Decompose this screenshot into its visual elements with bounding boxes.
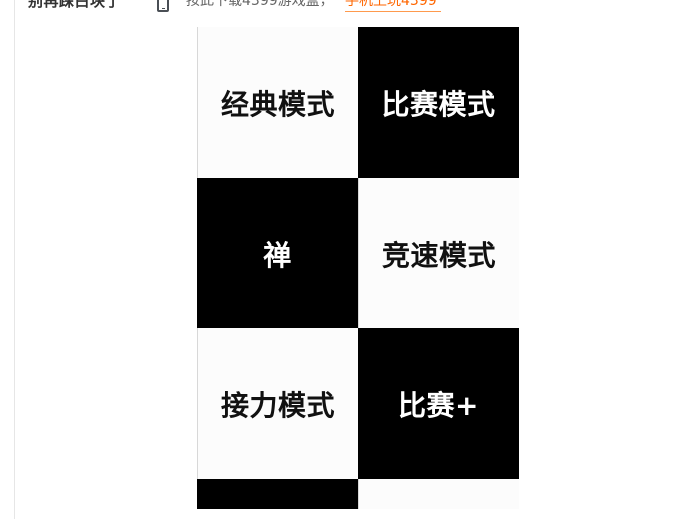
tile-competition-mode[interactable]: 比赛模式 [358, 27, 519, 178]
tile-relay-mode[interactable]: 接力模式 [197, 328, 358, 479]
download-prompt: 按此下载4399游戏盒， [186, 0, 334, 9]
top-bar: 别再踩白块了 按此下载4399游戏盒， 手机上玩4399 [0, 0, 676, 16]
download-link-underline [345, 11, 441, 12]
tile-partial-bottom-left[interactable] [197, 479, 358, 509]
tile-label: 竞速模式 [381, 238, 496, 272]
mobile-download-link[interactable]: 手机上玩4399 [345, 0, 437, 10]
tile-speed-mode[interactable]: 竞速模式 [358, 178, 519, 329]
tile-classic-mode[interactable]: 经典模式 [197, 27, 358, 178]
tile-competition-plus-mode[interactable]: 比赛+ [358, 328, 519, 479]
tile-label: 经典模式 [220, 87, 335, 121]
tile-label: 比赛+ [398, 388, 479, 422]
tile-label: 接力模式 [220, 388, 335, 422]
tile-label: 禅 [263, 238, 292, 272]
tile-label: 比赛模式 [381, 87, 496, 121]
tile-partial-bottom-right[interactable] [358, 479, 519, 509]
game-title: 别再踩白块了 [28, 0, 122, 10]
game-mode-menu: 经典模式 比赛模式 禅 竞速模式 接力模式 比赛+ [197, 27, 519, 509]
tile-zen-mode[interactable]: 禅 [197, 178, 358, 329]
mobile-phone-icon [157, 0, 169, 12]
